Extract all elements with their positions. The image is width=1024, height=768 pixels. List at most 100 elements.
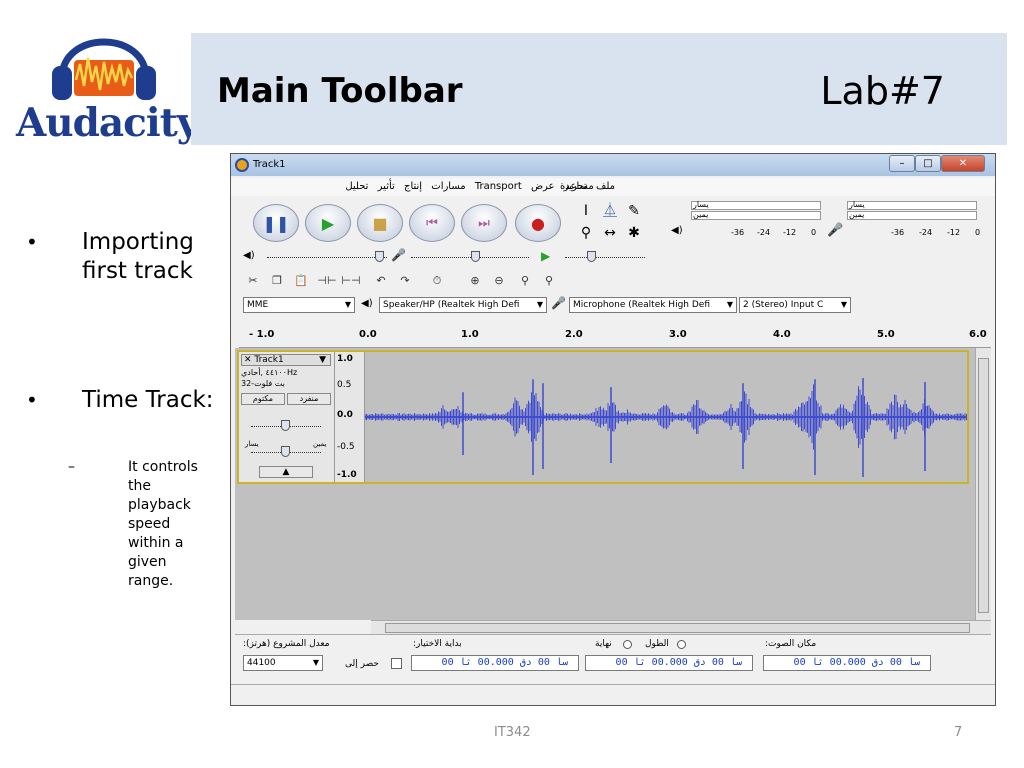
menu-file[interactable]: ملف xyxy=(596,181,615,192)
stop-button[interactable]: ■ xyxy=(357,204,403,242)
selection-tool-icon[interactable]: I xyxy=(575,201,597,221)
copy-icon[interactable]: ❐ xyxy=(267,272,287,290)
input-device-select[interactable]: Microphone (Realtek High Defi ▼ xyxy=(569,297,737,313)
mute-button[interactable]: مكتوم xyxy=(241,393,285,405)
bullet-glyph: • xyxy=(26,230,38,254)
menu-help[interactable]: مساعدة xyxy=(560,181,594,192)
record-meter-right[interactable] xyxy=(847,211,977,220)
time-shift-tool-icon[interactable]: ↔ xyxy=(599,223,621,243)
audacity-logo: Audacity xyxy=(14,20,199,152)
menu-view[interactable]: عرض xyxy=(531,181,555,192)
track-panel[interactable]: ✕ Track1 ▼ ٤٤١٠٠ ,أحادي‎Hz 32-بت فلوت مك… xyxy=(235,348,975,620)
device-toolbar: MME ▼ ◀) Speaker/HP (Realtek High Defi ▼ 🎤… xyxy=(239,295,989,315)
project-rate-select[interactable]: 44100 ▼ xyxy=(243,655,323,671)
draw-tool-icon[interactable]: ✎ xyxy=(623,201,645,221)
play-at-speed-slider[interactable] xyxy=(565,257,645,258)
zoom-tool-icon[interactable]: ⚲ xyxy=(575,223,597,243)
minimize-button[interactable]: – xyxy=(889,155,915,172)
menu-tracks[interactable]: مسارات xyxy=(431,181,465,192)
output-device-select[interactable]: Speaker/HP (Realtek High Defi ▼ xyxy=(379,297,547,313)
fit-project-icon[interactable]: ⚲ xyxy=(539,272,559,290)
chevron-down-icon: ▼ xyxy=(344,300,351,309)
ruler-label: 5.0 xyxy=(877,329,895,340)
gain-knob[interactable] xyxy=(281,420,290,431)
playback-meter-left[interactable] xyxy=(691,201,821,210)
scrollbar-thumb[interactable] xyxy=(978,358,989,613)
cut-icon[interactable]: ✂ xyxy=(243,272,263,290)
play-at-speed-icon[interactable]: ▶ xyxy=(541,249,550,263)
envelope-tool-icon[interactable]: ⏅ xyxy=(599,201,621,221)
input-channels-select[interactable]: 2 (Stereo) Input C ▼ xyxy=(739,297,851,313)
maximize-button[interactable]: □ xyxy=(915,155,941,172)
skip-start-icon: ⏮ xyxy=(426,216,438,231)
window-titlebar[interactable]: Track1 – □ ✕ xyxy=(231,154,995,176)
menu-generate[interactable]: إنتاج xyxy=(404,181,422,192)
app-icon xyxy=(235,158,249,172)
selection-end-time[interactable]: 00 سا 00 دق 00.000 ثا xyxy=(585,655,753,671)
record-meter-left[interactable] xyxy=(847,201,977,210)
vertical-scrollbar[interactable] xyxy=(975,348,991,620)
menu-effect[interactable]: تأثير xyxy=(378,181,395,192)
meter-tick: -12 xyxy=(783,228,797,237)
meter-tick: 0 xyxy=(975,228,981,237)
waveform xyxy=(364,378,967,477)
silence-icon[interactable]: ⊢⊣ xyxy=(341,272,361,290)
snap-to-label: حصر إلى xyxy=(345,659,379,669)
close-window-button[interactable]: ✕ xyxy=(941,155,985,172)
menu-transport[interactable]: Transport xyxy=(475,181,522,192)
meter-tick: -36 xyxy=(891,228,905,237)
audio-track[interactable]: ✕ Track1 ▼ ٤٤١٠٠ ,أحادي‎Hz 32-بت فلوت مك… xyxy=(237,350,969,484)
menu-analyze[interactable]: تحليل xyxy=(345,181,368,192)
selection-start-label: :بداية الاختيار xyxy=(413,639,462,649)
pan-knob[interactable] xyxy=(281,446,290,457)
meter-tick: -24 xyxy=(757,228,771,237)
close-icon[interactable]: ✕ xyxy=(244,355,252,365)
horizontal-scrollbar[interactable] xyxy=(371,620,991,634)
end-label: نهاية xyxy=(595,639,612,649)
record-button[interactable]: ● xyxy=(515,204,561,242)
snap-to-checkbox[interactable] xyxy=(391,658,402,669)
speaker-icon: ◀) xyxy=(361,298,373,309)
zoom-in-icon[interactable]: ⊕ xyxy=(465,272,485,290)
ruler-label: 4.0 xyxy=(773,329,791,340)
meter-label: يسار xyxy=(849,200,865,209)
footer-course: IT342 xyxy=(494,725,531,740)
trim-icon[interactable]: ⊣⊢ xyxy=(317,272,337,290)
input-volume-knob[interactable] xyxy=(471,251,480,262)
end-radio[interactable] xyxy=(623,640,632,649)
slide-title: Main Toolbar xyxy=(217,71,463,111)
undo-icon[interactable]: ↶ xyxy=(371,272,391,290)
fit-selection-icon[interactable]: ⚲ xyxy=(515,272,535,290)
skip-to-end-button[interactable]: ⏭ xyxy=(461,204,507,242)
paste-icon[interactable]: 📋 xyxy=(291,272,311,290)
track-name-menu[interactable]: ✕ Track1 ▼ xyxy=(241,354,331,366)
input-volume-slider[interactable] xyxy=(411,257,529,258)
output-volume-icon: ◀) xyxy=(243,250,255,261)
pause-button[interactable]: ❚❚ xyxy=(253,204,299,242)
sync-lock-icon[interactable]: ⏱ xyxy=(427,272,447,290)
scrollbar-thumb[interactable] xyxy=(385,623,970,633)
redo-icon[interactable]: ↷ xyxy=(395,272,415,290)
length-radio[interactable] xyxy=(677,640,686,649)
timeline-ruler[interactable]: - 1.0 0.0 1.0 2.0 3.0 4.0 5.0 6.0 xyxy=(239,326,991,348)
input-channels-value: 2 (Stereo) Input C xyxy=(743,300,824,310)
microphone-icon[interactable]: 🎤 xyxy=(827,223,843,238)
track-rate: ٤٤١٠٠ ,أحادي‎Hz xyxy=(241,368,298,377)
zoom-out-icon[interactable]: ⊖ xyxy=(489,272,509,290)
play-at-speed-knob[interactable] xyxy=(587,251,596,262)
output-volume-slider[interactable] xyxy=(267,257,387,258)
playback-meter-right[interactable] xyxy=(691,211,821,220)
audio-position-time[interactable]: 00 سا 00 دق 00.000 ثا xyxy=(763,655,931,671)
project-rate-value: 44100 xyxy=(247,658,276,668)
multi-tool-icon[interactable]: ✱ xyxy=(623,223,645,243)
selection-start-time[interactable]: 00 سا 00 دق 00.000 ثا xyxy=(411,655,579,671)
output-volume-knob[interactable] xyxy=(375,251,384,262)
speaker-icon[interactable]: ◀) xyxy=(671,225,683,236)
skip-to-start-button[interactable]: ⏮ xyxy=(409,204,455,242)
waveform-area[interactable] xyxy=(364,352,967,482)
solo-button[interactable]: منفرد xyxy=(287,393,331,405)
play-button[interactable]: ▶ xyxy=(305,204,351,242)
collapse-track-button[interactable]: ▲ xyxy=(259,466,313,478)
audio-host-select[interactable]: MME ▼ xyxy=(243,297,355,313)
ruler-label: 3.0 xyxy=(669,329,687,340)
